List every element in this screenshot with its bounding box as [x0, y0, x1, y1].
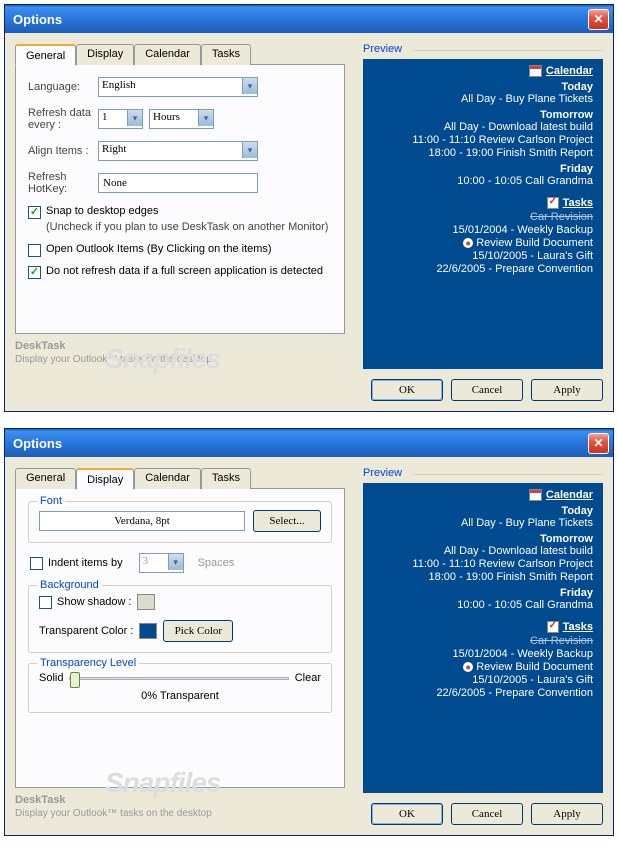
trans-color-swatch [139, 623, 157, 639]
tab-tasks[interactable]: Tasks [201, 44, 251, 65]
chevron-down-icon [127, 110, 142, 126]
open-outlook-label: Open Outlook Items (By Clicking on the i… [46, 243, 272, 255]
align-label: Align Items : [28, 145, 98, 157]
transparency-slider[interactable] [69, 677, 288, 680]
snap-checkbox[interactable] [28, 206, 41, 219]
ok-button[interactable]: OK [371, 803, 443, 825]
brand-name: DeskTask [15, 340, 345, 352]
shadow-label: Show shadow : [57, 596, 132, 608]
titlebar[interactable]: Options ✕ [5, 429, 613, 457]
close-icon[interactable]: ✕ [588, 433, 609, 454]
tab-calendar[interactable]: Calendar [134, 468, 201, 489]
window-title: Options [9, 436, 588, 451]
indent-number-select[interactable]: 3 [139, 553, 184, 573]
tasks-icon [547, 621, 559, 633]
tab-display[interactable]: Display [76, 44, 134, 65]
tab-general[interactable]: General [15, 468, 76, 489]
refresh-label: Refresh data every : [28, 107, 98, 131]
cancel-button[interactable]: Cancel [451, 379, 523, 401]
window-title: Options [9, 12, 588, 27]
tab-strip: General Display Calendar Tasks [15, 44, 345, 65]
indent-unit: Spaces [198, 557, 235, 569]
tab-calendar[interactable]: Calendar [134, 44, 201, 65]
chevron-down-icon [168, 554, 183, 570]
slider-thumb[interactable] [70, 672, 80, 688]
pick-color-button[interactable]: Pick Color [163, 620, 233, 642]
tasks-icon [547, 197, 559, 209]
font-select-button[interactable]: Select... [253, 510, 321, 532]
brand-tagline: Display your Outlook™ tasks on the deskt… [15, 354, 345, 365]
ok-button[interactable]: OK [371, 379, 443, 401]
language-label: Language: [28, 81, 98, 93]
cancel-button[interactable]: Cancel [451, 803, 523, 825]
titlebar[interactable]: Options ✕ [5, 5, 613, 33]
align-select[interactable]: Right [98, 141, 258, 161]
preview-label: Preview [363, 467, 603, 479]
apply-button[interactable]: Apply [531, 803, 603, 825]
preview-label: Preview [363, 43, 603, 55]
font-display [39, 511, 245, 531]
transparency-value: 0% Transparent [39, 690, 321, 702]
chevron-down-icon [198, 110, 213, 126]
tab-strip: General Display Calendar Tasks [15, 468, 345, 489]
trans-color-label: Transparent Color : [39, 625, 133, 637]
options-window-display: Options ✕ General Display Calendar Tasks… [4, 428, 614, 836]
solid-label: Solid [39, 672, 63, 684]
transparency-fieldset: Transparency Level Solid Clear 0% Transp… [28, 663, 332, 713]
no-refresh-checkbox[interactable] [28, 266, 41, 279]
clear-label: Clear [295, 672, 321, 684]
snap-label: Snap to desktop edges [46, 205, 159, 217]
tab-general[interactable]: General [15, 44, 76, 66]
preview-panel: Calendar Today All Day - Buy Plane Ticke… [363, 483, 603, 793]
chevron-down-icon [242, 142, 257, 158]
calendar-icon [529, 489, 542, 501]
refresh-number-select[interactable]: 1 [98, 109, 143, 129]
snap-subtext: (Uncheck if you plan to use DeskTask on … [46, 221, 332, 233]
brand-name: DeskTask [15, 794, 345, 806]
hotkey-label: Refresh HotKey: [28, 171, 98, 195]
open-outlook-checkbox[interactable] [28, 244, 41, 257]
font-fieldset: Font Select... [28, 501, 332, 543]
hotkey-input[interactable] [98, 173, 258, 193]
options-window-general: Options ✕ General Display Calendar Tasks… [4, 4, 614, 412]
tab-display[interactable]: Display [76, 468, 134, 490]
indent-label: Indent items by [48, 557, 123, 569]
language-select[interactable]: English [98, 77, 258, 97]
apply-button[interactable]: Apply [531, 379, 603, 401]
background-fieldset: Background Show shadow : Transparent Col… [28, 585, 332, 653]
shadow-swatch [137, 594, 155, 610]
tab-tasks[interactable]: Tasks [201, 468, 251, 489]
calendar-icon [529, 65, 542, 77]
tab-panel-general: Language: English Refresh data every : 1… [15, 64, 345, 334]
shadow-checkbox[interactable] [39, 596, 52, 609]
preview-panel: Calendar Today All Day - Buy Plane Ticke… [363, 59, 603, 369]
brand-tagline: Display your Outlook™ tasks on the deskt… [15, 808, 345, 819]
no-refresh-label: Do not refresh data if a full screen app… [46, 265, 323, 277]
chevron-down-icon [242, 78, 257, 94]
tab-panel-display: Font Select... Indent items by 3 Spaces … [15, 488, 345, 788]
refresh-unit-select[interactable]: Hours [149, 109, 214, 129]
indent-checkbox[interactable] [30, 557, 43, 570]
close-icon[interactable]: ✕ [588, 9, 609, 30]
